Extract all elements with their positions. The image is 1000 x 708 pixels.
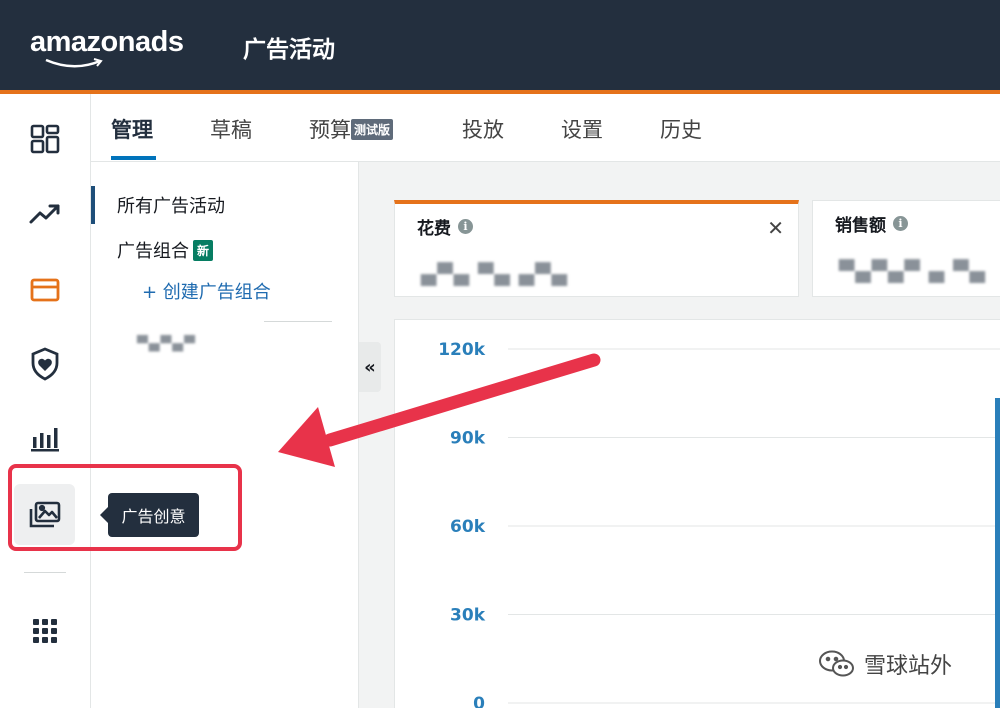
metric-card-sales[interactable]: 销售额 i ▀▄▀▄▀ ▄ ▀▄: [812, 200, 1000, 297]
amazon-ads-logo[interactable]: amazonads: [30, 26, 184, 59]
metric-label: 花费 i: [417, 214, 473, 239]
metric-label-text: 销售额: [835, 216, 886, 236]
campaign-subnav: 所有广告活动 广告组合新 + 创建广告组合 ▀▄▀▄▀: [91, 162, 359, 708]
watermark: 雪球站外: [818, 648, 952, 680]
portfolio-list-item[interactable]: ▀▄▀▄▀: [137, 336, 196, 352]
y-tick-label: 60k: [450, 517, 486, 537]
highlight-box: [8, 464, 242, 551]
info-icon[interactable]: i: [893, 216, 908, 231]
wechat-icon: [819, 650, 854, 677]
subnav-portfolios-label: 广告组合: [117, 241, 189, 262]
active-tab-underline: [111, 156, 156, 160]
metric-label: 销售额 i: [835, 211, 908, 236]
shield-heart-icon[interactable]: [26, 345, 64, 383]
tab-manage[interactable]: 管理: [111, 114, 153, 144]
subnav-divider: [264, 321, 332, 322]
tab-drafts[interactable]: 草稿: [210, 114, 252, 144]
subnav-portfolios[interactable]: 广告组合新: [117, 237, 214, 263]
campaign-tabs: 管理 草稿 预算 测试版 投放 设置 历史: [91, 94, 1000, 162]
y-tick-label: 0: [473, 694, 485, 708]
tab-budgets-label: 预算: [309, 118, 351, 142]
logo-smile-icon: [45, 58, 103, 68]
tab-targeting[interactable]: 投放: [462, 114, 504, 144]
new-badge: 新: [193, 239, 214, 261]
dashboard-icon[interactable]: [26, 120, 64, 158]
blurred-metric-value: ▄▀▄ ▀▄ ▄▀▄: [421, 262, 568, 286]
blurred-metric-value: ▀▄▀▄▀ ▄ ▀▄: [839, 259, 986, 283]
subnav-all-campaigns[interactable]: 所有广告活动: [117, 192, 225, 218]
apps-grid-icon[interactable]: [26, 612, 64, 650]
bar-chart-icon[interactable]: [26, 419, 64, 457]
close-icon[interactable]: ✕: [767, 216, 784, 240]
subnav-active-indicator: [91, 186, 95, 224]
metric-label-text: 花费: [417, 219, 451, 239]
tab-settings[interactable]: 设置: [561, 114, 603, 144]
tab-history[interactable]: 历史: [660, 114, 702, 144]
wallet-icon[interactable]: [26, 271, 64, 309]
info-icon[interactable]: i: [458, 219, 473, 234]
page-title: 广告活动: [243, 37, 335, 63]
create-portfolio-link[interactable]: + 创建广告组合: [142, 278, 271, 304]
tab-budgets[interactable]: 预算 测试版: [309, 114, 394, 144]
metric-value: ▀▄▀▄▀ ▄ ▀▄: [839, 259, 986, 283]
blurred-portfolio-name: ▀▄▀▄▀: [137, 336, 196, 352]
metric-card-spend[interactable]: 花费 i ✕ ▄▀▄ ▀▄ ▄▀▄: [394, 200, 799, 297]
y-tick-label: 120k: [438, 340, 485, 360]
y-tick-label: 30k: [450, 606, 486, 626]
rail-divider: [24, 572, 66, 573]
left-icon-rail: [0, 94, 91, 708]
watermark-text: 雪球站外: [864, 654, 953, 679]
metric-value: ▄▀▄ ▀▄ ▄▀▄: [421, 262, 568, 286]
collapse-sidebar-button[interactable]: «: [359, 342, 381, 392]
beta-badge: 测试版: [351, 118, 394, 140]
trending-up-icon[interactable]: [26, 195, 64, 233]
chart-series-edge: [995, 398, 1000, 708]
top-header: amazonads 广告活动: [0, 0, 1000, 90]
y-tick-label: 90k: [450, 429, 486, 449]
